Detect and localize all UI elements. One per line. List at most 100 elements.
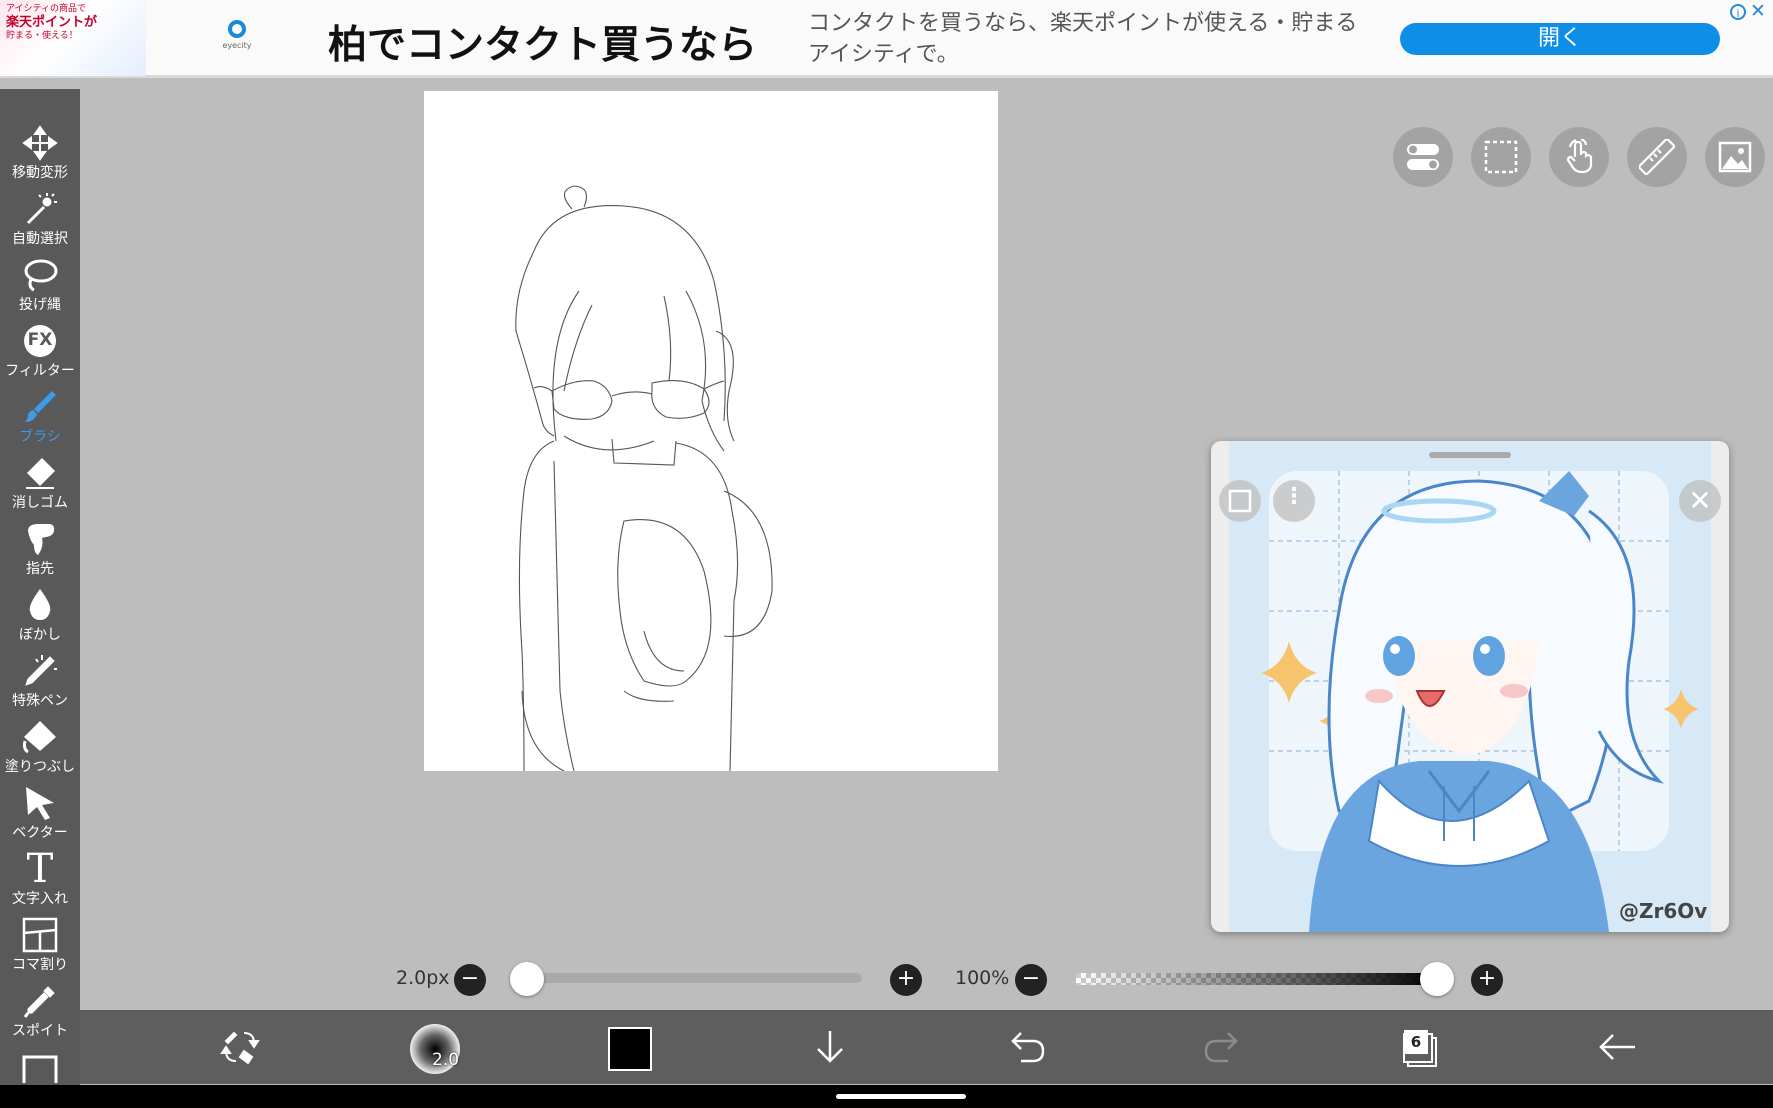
current-color-swatch[interactable] (608, 1027, 652, 1071)
tool-label: 塗りつぶし (4, 759, 76, 775)
brush-preview-size: 2.0 (432, 1050, 460, 1070)
reference-close-button[interactable]: ✕ (1679, 480, 1721, 522)
undo-button[interactable] (995, 1010, 1055, 1084)
tool-brush[interactable]: ブラシ (0, 389, 80, 449)
toggle-switches-icon (1407, 144, 1439, 170)
lasso-icon (24, 259, 58, 292)
brush-size-value: 2.0px (396, 967, 450, 989)
brush-size-increase-button[interactable]: + (890, 964, 922, 996)
tool-label: フィルター (5, 363, 75, 379)
brush-size-decrease-button[interactable]: − (454, 964, 486, 996)
tool-label: コマ割り (12, 957, 68, 973)
sketch-lineart (515, 185, 773, 772)
tool-label: 移動変形 (12, 165, 68, 181)
ad-headline[interactable]: 柏でコンタクト買うなら (328, 14, 757, 70)
ruler-icon (1639, 139, 1675, 175)
more-vertical-icon: ⋮ (1283, 484, 1305, 509)
close-icon: ✕ (1688, 484, 1712, 517)
opacity-decrease-button[interactable]: − (1015, 964, 1047, 996)
home-gesture-pill[interactable] (836, 1094, 966, 1099)
ad-logo-mark-icon (228, 20, 246, 38)
tool-label: 特殊ペン (12, 693, 68, 709)
opacity-slider[interactable] (1076, 973, 1440, 985)
frame-square-icon (1228, 489, 1252, 513)
layer-frame-icon[interactable] (22, 1055, 58, 1083)
back-button[interactable] (1585, 1010, 1645, 1084)
dashed-selection-icon (1484, 140, 1518, 174)
tool-text[interactable]: T 文字入れ (0, 846, 80, 911)
tool-label: 文字入れ (12, 891, 68, 907)
drawing-canvas[interactable] (424, 91, 998, 772)
ad-description[interactable]: コンタクトを買うなら、楽天ポイントが使える・貯まるアイシティで。 (808, 8, 1368, 70)
eraser-icon (26, 458, 55, 489)
tool-frame-divider[interactable]: コマ割り (0, 917, 80, 977)
brush-size-slider[interactable] (514, 973, 862, 983)
undo-icon (1011, 1032, 1045, 1063)
reference-drag-handle[interactable] (1429, 452, 1511, 458)
layers-button[interactable]: 6 (1398, 1028, 1437, 1067)
ad-thumb-line2: 楽天ポイントが (6, 15, 98, 30)
tool-bucket-fill[interactable]: 塗りつぶし (0, 719, 80, 779)
download-commit-button[interactable] (798, 1010, 858, 1084)
arrow-left-icon (1599, 1034, 1635, 1060)
tool-filter[interactable]: FX フィルター (0, 323, 80, 383)
tool-label: 投げ縄 (19, 297, 61, 313)
bottom-toolbar: 2.0 6 (80, 1010, 1773, 1084)
tool-label: ぼかし (19, 627, 61, 643)
tool-special-pen[interactable]: 特殊ペン (0, 653, 80, 713)
text-tool-icon: T (26, 846, 54, 892)
ad-thumb-line1: アイシティの商品で (6, 4, 87, 14)
ad-logo-text: eyecity (222, 41, 252, 50)
frame-divider-icon (22, 917, 58, 953)
layer-count: 6 (1404, 1030, 1428, 1054)
opacity-slider-thumb[interactable] (1420, 962, 1454, 996)
hand-touch-icon (1566, 139, 1593, 174)
ad-close-icon[interactable]: ✕ (1750, 0, 1766, 22)
tool-move-transform[interactable]: 移動変形 (0, 125, 80, 185)
reference-more-button[interactable]: ⋮ (1273, 480, 1315, 522)
tool-eraser[interactable]: 消しゴム (0, 455, 80, 515)
reference-frame-button[interactable] (1219, 480, 1261, 522)
tool-blur[interactable]: ぼかし (0, 587, 80, 647)
redo-icon (1204, 1032, 1238, 1063)
tool-label: 消しゴム (12, 495, 68, 511)
ad-banner[interactable]: アイシティの商品で 楽天ポイントが 貯まる・使える！ eyecity 柏でコンタ… (0, 0, 1773, 78)
arrow-down-icon (817, 1031, 843, 1063)
ruler-button[interactable] (1627, 127, 1687, 187)
eyedropper-icon (23, 986, 55, 1018)
bucket-fill-icon (22, 721, 56, 754)
tool-eyedropper[interactable]: スポイト (0, 983, 80, 1043)
opacity-increase-button[interactable]: + (1471, 964, 1503, 996)
finger-smudge-icon (28, 524, 55, 555)
reference-image-button[interactable] (1705, 127, 1765, 187)
system-navigation-bar (0, 1085, 1773, 1108)
ad-thumbnail[interactable]: アイシティの商品で 楽天ポイントが 貯まる・使える！ (0, 0, 146, 76)
tool-label: スポイト (12, 1023, 68, 1039)
opacity-value: 100% (955, 967, 1010, 989)
touch-gesture-button[interactable] (1549, 127, 1609, 187)
reference-window[interactable]: ⋮ ✕ @Zr6Ov (1211, 441, 1729, 932)
blur-drop-icon (29, 589, 51, 620)
image-icon (1718, 141, 1752, 173)
brush-size-slider-thumb[interactable] (510, 962, 544, 996)
reference-credit: @Zr6Ov (1619, 899, 1708, 923)
tool-vector[interactable]: ベクター (0, 785, 80, 845)
tool-palette: 移動変形 自動選択 投げ縄 FX フィルター ブラシ 消しゴム 指先 ぼかし 特… (0, 89, 80, 1085)
pen-eraser-swap-icon (220, 1031, 260, 1065)
ad-logo: eyecity (218, 20, 256, 56)
brush-preview-button[interactable]: 2.0 (410, 1024, 460, 1074)
tool-label: 自動選択 (12, 231, 68, 247)
redo-button[interactable] (1190, 1010, 1250, 1084)
tool-lasso[interactable]: 投げ縄 (0, 257, 80, 317)
selection-button[interactable] (1471, 127, 1531, 187)
tool-label: 指先 (26, 561, 54, 577)
swap-brush-eraser-button[interactable] (208, 1010, 268, 1084)
toggle-view-button[interactable] (1393, 127, 1453, 187)
tool-finger-smudge[interactable]: 指先 (0, 521, 80, 581)
ad-open-button[interactable]: 開く (1400, 23, 1720, 55)
tool-magic-wand[interactable]: 自動選択 (0, 191, 80, 251)
ad-info-icon[interactable]: i (1730, 4, 1746, 20)
fx-filter-text: FX (27, 330, 53, 350)
vector-cursor-icon (26, 787, 54, 820)
tool-label: ベクター (12, 825, 68, 841)
